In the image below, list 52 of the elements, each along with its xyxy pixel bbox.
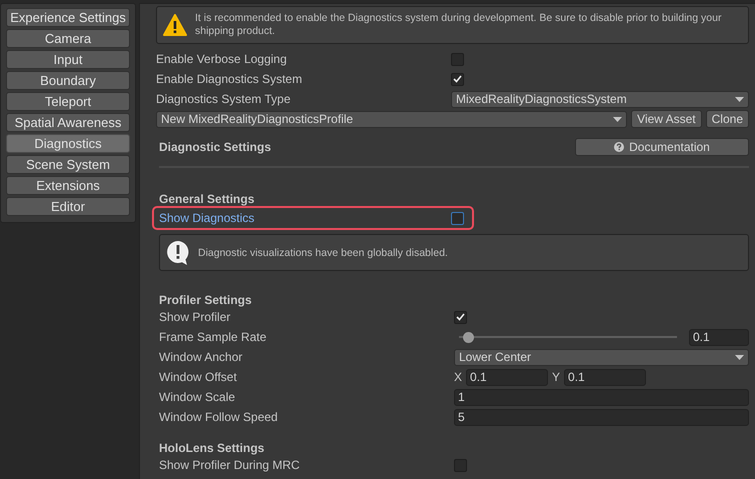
dropdown[interactable]: Lower Center: [454, 348, 749, 366]
section-title: Diagnostic Settings: [159, 140, 272, 154]
sidebar-button[interactable]: Input: [6, 50, 130, 69]
checkbox[interactable]: [454, 458, 467, 472]
checkbox[interactable]: [451, 72, 464, 86]
documentation-button[interactable]: Documentation: [575, 138, 749, 156]
profile-dropdown[interactable]: New MixedRealityDiagnosticsProfile: [156, 110, 628, 128]
number-field[interactable]: 0.1: [564, 368, 646, 386]
number-field[interactable]: 0.1: [466, 368, 548, 386]
section-title: Profiler Settings: [158, 292, 253, 307]
field-label: Window Follow Speed: [159, 410, 279, 424]
sidebar-button[interactable]: Editor: [6, 197, 130, 216]
field-label: Show Diagnostics: [159, 211, 256, 225]
field-label: Enable Diagnostics System: [156, 72, 304, 86]
caret-icon: [613, 116, 622, 122]
slider-thumb[interactable]: [463, 332, 474, 342]
field-label: Diagnostics System Type: [156, 92, 292, 106]
help-icon: [614, 142, 624, 152]
speech-bubble-icon: [166, 240, 190, 266]
field-label: Show Profiler: [159, 310, 232, 324]
caret-icon: [735, 96, 744, 102]
section-title: General Settings: [158, 191, 256, 206]
field-label: Enable Verbose Logging: [156, 52, 288, 66]
number-field[interactable]: 0.1: [689, 328, 749, 346]
checkbox[interactable]: [451, 52, 464, 66]
section-title: HoloLens Settings: [158, 440, 266, 455]
field-label: Window Anchor: [159, 350, 244, 364]
warning-text: It is recommended to enable the Diagnostics system during development. Be sure to disable prior to building your shipping product.: [195, 12, 722, 38]
sidebar-button[interactable]: Experience Settings: [6, 8, 130, 27]
caret-icon: [735, 354, 744, 360]
checkbox[interactable]: [454, 310, 467, 324]
field-label: Show Profiler During MRC: [159, 458, 301, 472]
axis-label: X: [454, 370, 462, 384]
input-field[interactable]: 1: [454, 388, 749, 406]
sidebar-button[interactable]: Camera: [6, 29, 130, 48]
field-label: Window Offset: [159, 370, 238, 384]
input-field[interactable]: 5: [454, 408, 749, 426]
info-text: Diagnostic visualizations have been globally disabled.: [198, 246, 448, 258]
sidebar-button[interactable]: Spatial Awareness: [6, 113, 130, 132]
sidebar-button[interactable]: Extensions: [6, 176, 130, 195]
sidebar-button[interactable]: Diagnostics: [6, 134, 130, 153]
sidebar-button[interactable]: Teleport: [6, 92, 130, 111]
field-label: Frame Sample Rate: [159, 330, 268, 344]
dropdown[interactable]: MixedRealityDiagnosticsSystem: [451, 90, 749, 108]
sidebar-button[interactable]: Scene System: [6, 155, 130, 174]
field-label: Window Scale: [159, 390, 236, 404]
profile-button[interactable]: View Asset: [631, 110, 702, 128]
profile-button[interactable]: Clone: [706, 110, 749, 128]
warning-icon: [163, 14, 187, 36]
axis-label: Y: [552, 370, 560, 384]
sidebar-button[interactable]: Boundary: [6, 71, 130, 90]
checkbox[interactable]: [451, 212, 464, 224]
